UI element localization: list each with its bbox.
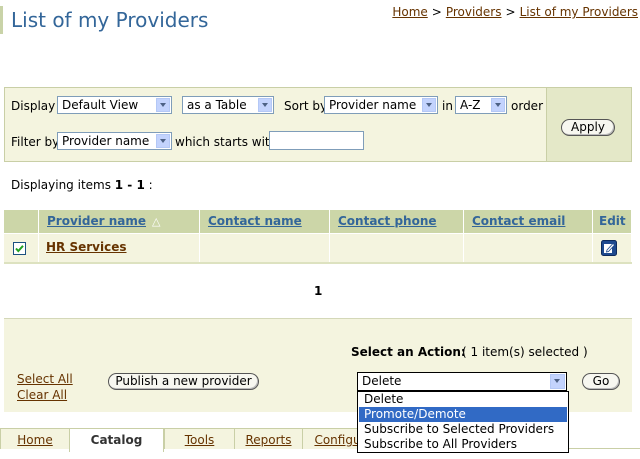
displaying-range: 1 - 1 bbox=[114, 178, 145, 192]
action-option-subscribe-selected[interactable]: Subscribe to Selected Providers bbox=[359, 422, 567, 437]
filter-field-select[interactable]: Provider name bbox=[57, 132, 172, 150]
select-all-link[interactable]: Select All bbox=[17, 372, 73, 386]
sort-contact-email-link[interactable]: Contact email bbox=[472, 214, 565, 228]
contact-email-cell bbox=[464, 234, 593, 262]
tab-reports-label[interactable]: Reports bbox=[245, 433, 291, 447]
edit-icon[interactable] bbox=[601, 240, 617, 256]
order-label: order bbox=[511, 99, 543, 113]
breadcrumb-current-link[interactable]: List of my Providers bbox=[520, 5, 638, 19]
breadcrumb-home-link[interactable]: Home bbox=[392, 5, 427, 19]
breadcrumb-separator: > bbox=[431, 5, 442, 19]
displaying-prefix: Displaying items bbox=[11, 178, 115, 192]
in-label: in bbox=[442, 99, 453, 113]
breadcrumb: Home > Providers > List of my Providers bbox=[392, 5, 638, 19]
sort-contact-name-link[interactable]: Contact name bbox=[208, 214, 302, 228]
column-header-provider-name: Provider name △ bbox=[39, 210, 200, 233]
starts-with-label: which starts with bbox=[175, 135, 278, 149]
column-header-contact-phone: Contact phone bbox=[330, 210, 464, 233]
sort-order-select[interactable]: A-Z bbox=[455, 96, 507, 114]
pager-current-page: 1 bbox=[314, 284, 323, 298]
chevron-down-icon bbox=[491, 98, 505, 112]
format-select-value: as a Table bbox=[187, 98, 247, 112]
action-option-subscribe-all[interactable]: Subscribe to All Providers bbox=[359, 437, 567, 452]
action-option-delete[interactable]: Delete bbox=[359, 392, 567, 407]
display-label: Display bbox=[11, 99, 56, 113]
displaying-status: Displaying items 1 - 1 : bbox=[11, 178, 153, 192]
column-header-edit: Edit bbox=[593, 210, 632, 233]
filter-text-input[interactable] bbox=[269, 131, 364, 150]
filter-field-value: Provider name bbox=[62, 134, 150, 148]
page-title: List of my Providers bbox=[11, 8, 209, 32]
go-button[interactable]: Go bbox=[582, 373, 620, 390]
view-select-value: Default View bbox=[62, 98, 139, 112]
checkmark-icon bbox=[15, 245, 24, 253]
apply-area: Apply bbox=[546, 88, 631, 161]
providers-table: Provider name △ Contact name Contact phon… bbox=[4, 210, 632, 264]
column-header-contact-email: Contact email bbox=[464, 210, 593, 233]
sort-provider-name-link[interactable]: Provider name bbox=[47, 214, 146, 228]
row-checkbox[interactable] bbox=[13, 242, 26, 255]
chevron-down-icon bbox=[156, 134, 170, 148]
tab-home[interactable]: Home bbox=[0, 428, 69, 449]
column-header-contact-name: Contact name bbox=[200, 210, 330, 233]
breadcrumb-providers-link[interactable]: Providers bbox=[446, 5, 502, 19]
publish-provider-button[interactable]: Publish a new provider bbox=[108, 373, 259, 390]
sort-ascending-icon: △ bbox=[152, 215, 161, 228]
edit-cell bbox=[593, 234, 632, 262]
sort-contact-phone-link[interactable]: Contact phone bbox=[338, 214, 437, 228]
title-bar: List of my Providers Home > Providers > List… bbox=[0, 5, 640, 38]
displaying-suffix: : bbox=[144, 178, 153, 192]
breadcrumb-separator: > bbox=[505, 5, 516, 19]
view-select[interactable]: Default View bbox=[57, 96, 172, 114]
format-select[interactable]: as a Table bbox=[182, 96, 274, 114]
filter-by-label: Filter by bbox=[11, 135, 60, 149]
chevron-down-icon bbox=[422, 98, 436, 112]
sort-order-value: A-Z bbox=[460, 98, 481, 112]
chevron-down-icon bbox=[156, 98, 170, 112]
tab-home-label[interactable]: Home bbox=[17, 433, 52, 447]
contact-phone-cell bbox=[330, 234, 464, 262]
tab-catalog[interactable]: Catalog bbox=[69, 428, 164, 452]
select-action-label: Select an Action: bbox=[351, 345, 466, 359]
apply-button[interactable]: Apply bbox=[561, 119, 615, 136]
selected-count: ( 1 item(s) selected ) bbox=[462, 345, 588, 359]
action-option-promote-demote[interactable]: Promote/Demote bbox=[359, 407, 567, 422]
table-row-divider bbox=[4, 262, 632, 264]
sort-field-select[interactable]: Provider name bbox=[324, 96, 438, 114]
sort-field-value: Provider name bbox=[329, 98, 417, 112]
filter-panel: Display Default View as a Table Sort by … bbox=[4, 87, 632, 162]
tab-tools-label[interactable]: Tools bbox=[185, 433, 215, 447]
tab-tools[interactable]: Tools bbox=[164, 428, 234, 449]
title-accent-bar bbox=[0, 6, 3, 34]
action-select-value: Delete bbox=[362, 374, 402, 388]
action-select[interactable]: Delete bbox=[357, 372, 567, 391]
select-column-header bbox=[4, 210, 39, 233]
provider-name-cell: HR Services bbox=[39, 234, 200, 262]
sort-by-label: Sort by bbox=[284, 99, 328, 113]
chevron-down-icon bbox=[258, 98, 272, 112]
chevron-down-icon bbox=[550, 374, 565, 389]
action-dropdown-list: Delete Promote/Demote Subscribe to Selec… bbox=[357, 391, 569, 453]
tab-reports[interactable]: Reports bbox=[234, 428, 302, 449]
tab-configuration-label[interactable]: Configu bbox=[314, 433, 360, 447]
contact-name-cell bbox=[200, 234, 330, 262]
row-select-cell bbox=[4, 234, 39, 262]
clear-all-link[interactable]: Clear All bbox=[17, 388, 67, 402]
provider-name-link[interactable]: HR Services bbox=[46, 240, 127, 254]
